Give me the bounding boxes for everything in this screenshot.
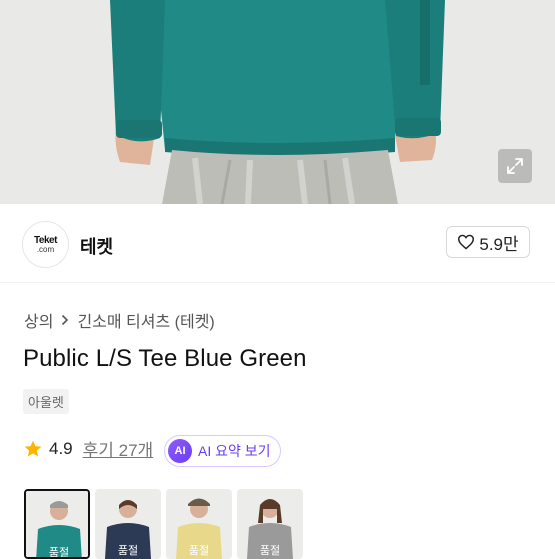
product-image[interactable] bbox=[0, 0, 555, 204]
review-count-link[interactable]: 후기 27개 bbox=[83, 436, 154, 461]
thumbnail-soldout-label: 품절 bbox=[49, 546, 69, 559]
ai-badge-icon: AI bbox=[168, 439, 192, 463]
outlet-tag: 아울렛 bbox=[23, 389, 69, 414]
chevron-right-icon bbox=[62, 314, 69, 326]
seller-logo-line1: Teket bbox=[34, 234, 57, 246]
seller-name[interactable]: 테켓 bbox=[80, 233, 113, 259]
breadcrumb-item-category[interactable]: 상의 bbox=[24, 308, 53, 332]
star-icon bbox=[24, 440, 42, 456]
heart-outline-icon bbox=[458, 234, 475, 250]
thumbnail-soldout-label: 품절 bbox=[189, 544, 209, 557]
thumbnail-option[interactable]: 품절 bbox=[166, 489, 232, 559]
ai-summary-label: AI 요약 보기 bbox=[198, 443, 271, 459]
rating-row: 4.9 후기 27개 bbox=[23, 436, 153, 461]
like-count: 5.9만 bbox=[479, 234, 519, 254]
like-button[interactable]: 5.9만 bbox=[446, 226, 530, 258]
thumbnail-image: 품절 bbox=[237, 489, 303, 559]
thumbnail-image: 품절 bbox=[26, 491, 88, 559]
expand-image-button[interactable] bbox=[498, 149, 532, 183]
thumbnail-option[interactable]: 품절 bbox=[237, 489, 303, 559]
seller-logo[interactable]: Teket .com bbox=[22, 221, 69, 268]
breadcrumb-item-subcategory[interactable]: 긴소매 티셔츠 (테켓) bbox=[77, 308, 214, 332]
expand-icon bbox=[507, 158, 523, 174]
thumbnail-option[interactable]: 품절 bbox=[95, 489, 161, 559]
thumbnail-option[interactable]: 품절 bbox=[24, 489, 90, 559]
thumbnail-soldout-label: 품절 bbox=[118, 544, 138, 557]
thumbnail-soldout-label: 품절 bbox=[260, 544, 280, 557]
product-title: Public L/S Tee Blue Green bbox=[23, 345, 307, 372]
thumbnail-image: 품절 bbox=[166, 489, 232, 559]
breadcrumb: 상의 긴소매 티셔츠 (테켓) bbox=[24, 308, 215, 332]
rating-value: 4.9 bbox=[49, 438, 73, 458]
seller-logo-line2: .com bbox=[36, 244, 55, 254]
product-photo bbox=[0, 0, 555, 204]
ai-summary-button[interactable]: AI AI 요약 보기 bbox=[164, 435, 281, 467]
thumbnail-image: 품절 bbox=[95, 489, 161, 559]
